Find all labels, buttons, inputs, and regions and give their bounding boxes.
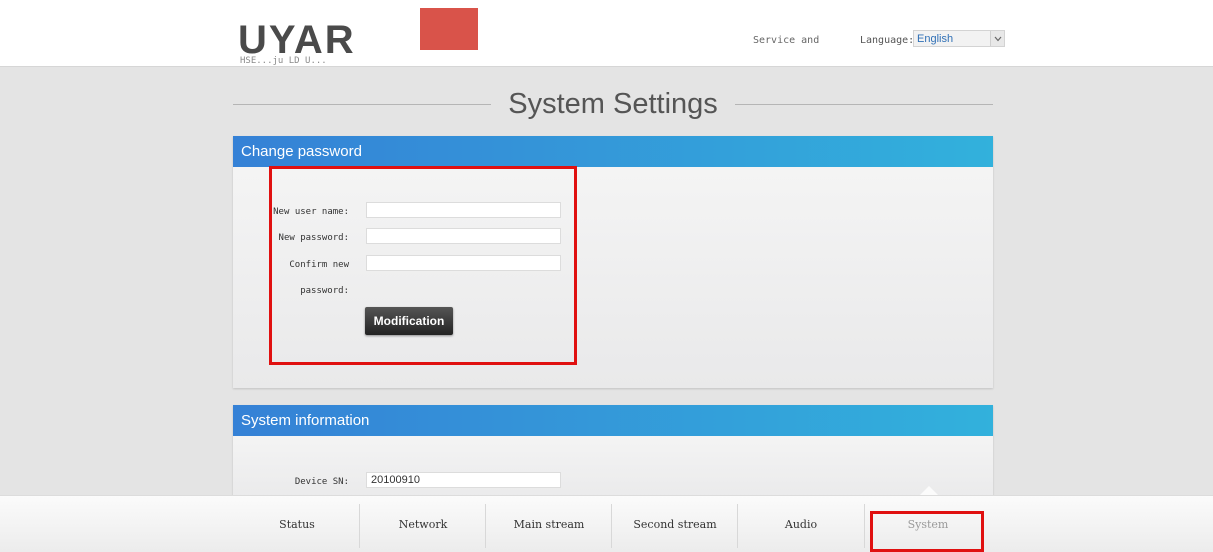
page-title-text: System Settings bbox=[496, 88, 730, 120]
top-header: UYAR HSE...ju LD U... Service and Langua… bbox=[0, 0, 1213, 67]
chevron-down-icon[interactable] bbox=[990, 31, 1004, 46]
nav-item-status[interactable]: Status bbox=[234, 496, 360, 552]
device-sn-label: Device SN: bbox=[294, 477, 349, 487]
bottom-nav: Status Network Main stream Second stream… bbox=[0, 495, 1213, 552]
system-info-heading-text: System information bbox=[241, 412, 370, 429]
system-nav-highlight-box bbox=[870, 511, 984, 552]
logo-red-block bbox=[420, 8, 478, 50]
system-info-heading: System information bbox=[233, 405, 993, 442]
nav-item-second-stream[interactable]: Second stream bbox=[612, 496, 738, 552]
device-sn-field bbox=[366, 472, 561, 488]
uyar-logo: UYAR HSE...ju LD U... bbox=[238, 8, 483, 66]
logo-subtext: HSE...ju LD U... bbox=[240, 56, 327, 66]
nav-item-audio[interactable]: Audio bbox=[738, 496, 864, 552]
language-select[interactable]: English bbox=[913, 30, 1005, 47]
page-title: System Settings bbox=[233, 86, 993, 122]
language-label: Language: bbox=[860, 35, 915, 46]
nav-item-network[interactable]: Network bbox=[360, 496, 486, 552]
logo-text: UYAR bbox=[238, 18, 356, 62]
language-value: English bbox=[917, 32, 954, 45]
system-info-panel: System information bbox=[233, 405, 993, 505]
form-highlight-box bbox=[269, 166, 577, 365]
change-password-heading: Change password bbox=[233, 136, 993, 167]
nav-item-main-stream[interactable]: Main stream bbox=[486, 496, 612, 552]
change-password-heading-text: Change password bbox=[241, 143, 362, 160]
page-title-row: System Settings bbox=[233, 86, 993, 122]
active-nav-pointer bbox=[920, 486, 938, 495]
service-link[interactable]: Service and bbox=[753, 35, 819, 46]
